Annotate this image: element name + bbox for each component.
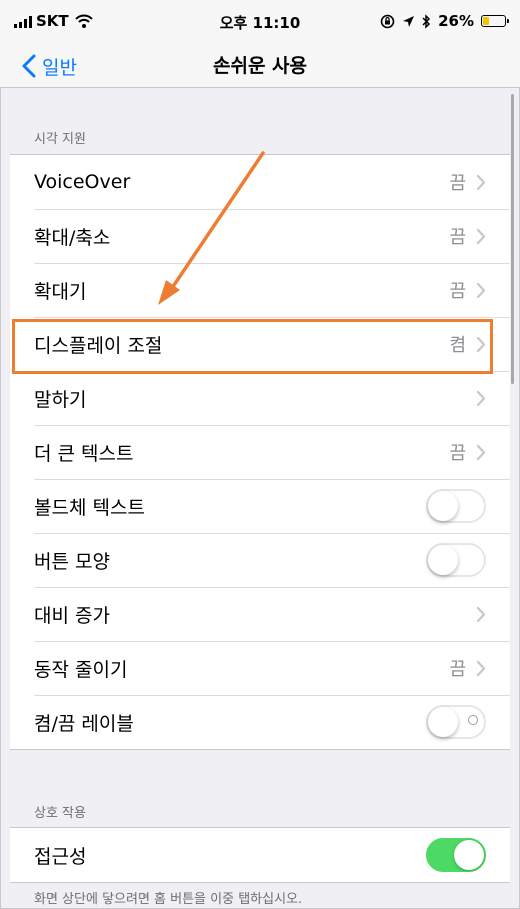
row-label: 확대기 — [34, 280, 87, 303]
row-value: 끔 — [449, 173, 466, 194]
toggle-knob — [454, 840, 484, 870]
settings-row[interactable]: 더 큰 텍스트 끔 — [10, 425, 510, 479]
settings-row[interactable]: 대비 증가 — [10, 587, 510, 641]
chevron-right-icon — [476, 282, 486, 298]
chevron-right-icon — [476, 174, 486, 190]
toggle-knob — [428, 491, 458, 521]
location-icon — [403, 15, 415, 27]
row-label: 더 큰 텍스트 — [34, 442, 134, 465]
row-label: 대비 증가 — [34, 604, 110, 627]
battery-level — [483, 17, 489, 25]
chevron-right-icon — [476, 606, 486, 622]
row-label: 동작 줄이기 — [34, 658, 128, 681]
row-label: 켬/끔 레이블 — [34, 712, 134, 735]
bluetooth-icon — [422, 13, 431, 29]
settings-row[interactable]: 확대/축소 끔 — [10, 209, 510, 263]
row-label: 버튼 모양 — [34, 550, 110, 573]
settings-row[interactable]: 확대기 끔 — [10, 263, 510, 317]
row-label: 확대/축소 — [34, 226, 111, 249]
toggle-knob — [428, 545, 458, 575]
navigation-bar: 일반 손쉬운 사용 — [0, 44, 520, 88]
row-value: 끔 — [449, 281, 466, 302]
chevron-right-icon — [476, 390, 486, 406]
toggle-switch[interactable] — [426, 489, 486, 523]
chevron-right-icon — [476, 444, 486, 460]
toggle-switch[interactable] — [426, 543, 486, 577]
toggle-switch[interactable] — [426, 838, 486, 872]
battery-icon — [481, 15, 509, 27]
row-label: VoiceOver — [34, 171, 131, 193]
page-title: 손쉬운 사용 — [212, 55, 307, 77]
section-header-vision: 시각 지원 — [34, 132, 86, 147]
settings-row[interactable]: 버튼 모양 — [10, 533, 510, 587]
battery-percent: 26% — [438, 12, 474, 30]
settings-row[interactable]: 켬/끔 레이블 — [10, 695, 510, 749]
toggle-knob — [428, 707, 458, 737]
chevron-right-icon — [476, 228, 486, 244]
settings-row[interactable]: 접근성 — [10, 828, 510, 882]
row-label: 접근성 — [34, 845, 87, 868]
off-indicator-icon — [468, 715, 478, 725]
status-bar: SKT 오후 11:10 26% — [0, 0, 520, 44]
interaction-settings-list: 접근성 — [10, 827, 510, 883]
orientation-lock-icon — [380, 14, 395, 28]
section-header-interaction: 상호 작용 — [34, 806, 86, 821]
row-value: 끔 — [449, 227, 466, 248]
vision-settings-list: VoiceOver 끔 확대/축소 끔 확대기 끔 디스플레이 조절 켬 말하기 더 큰 텍스트 끔… — [10, 154, 510, 750]
toggle-switch[interactable] — [426, 705, 486, 739]
row-label: 볼드체 텍스트 — [34, 496, 145, 519]
settings-row[interactable]: 볼드체 텍스트 — [10, 479, 510, 533]
row-value: 끔 — [449, 443, 466, 464]
highlight-box — [12, 319, 493, 374]
settings-row[interactable]: 말하기 — [10, 371, 510, 425]
row-value: 끔 — [449, 659, 466, 680]
settings-row[interactable]: 동작 줄이기 끔 — [10, 641, 510, 695]
scroll-indicator[interactable] — [511, 94, 514, 384]
settings-row[interactable]: VoiceOver 끔 — [10, 155, 510, 209]
section-footer-note: 화면 상단에 닿으려면 홈 버튼을 이중 탭하십시오. — [34, 892, 303, 907]
row-label: 말하기 — [34, 388, 87, 411]
chevron-right-icon — [476, 660, 486, 676]
